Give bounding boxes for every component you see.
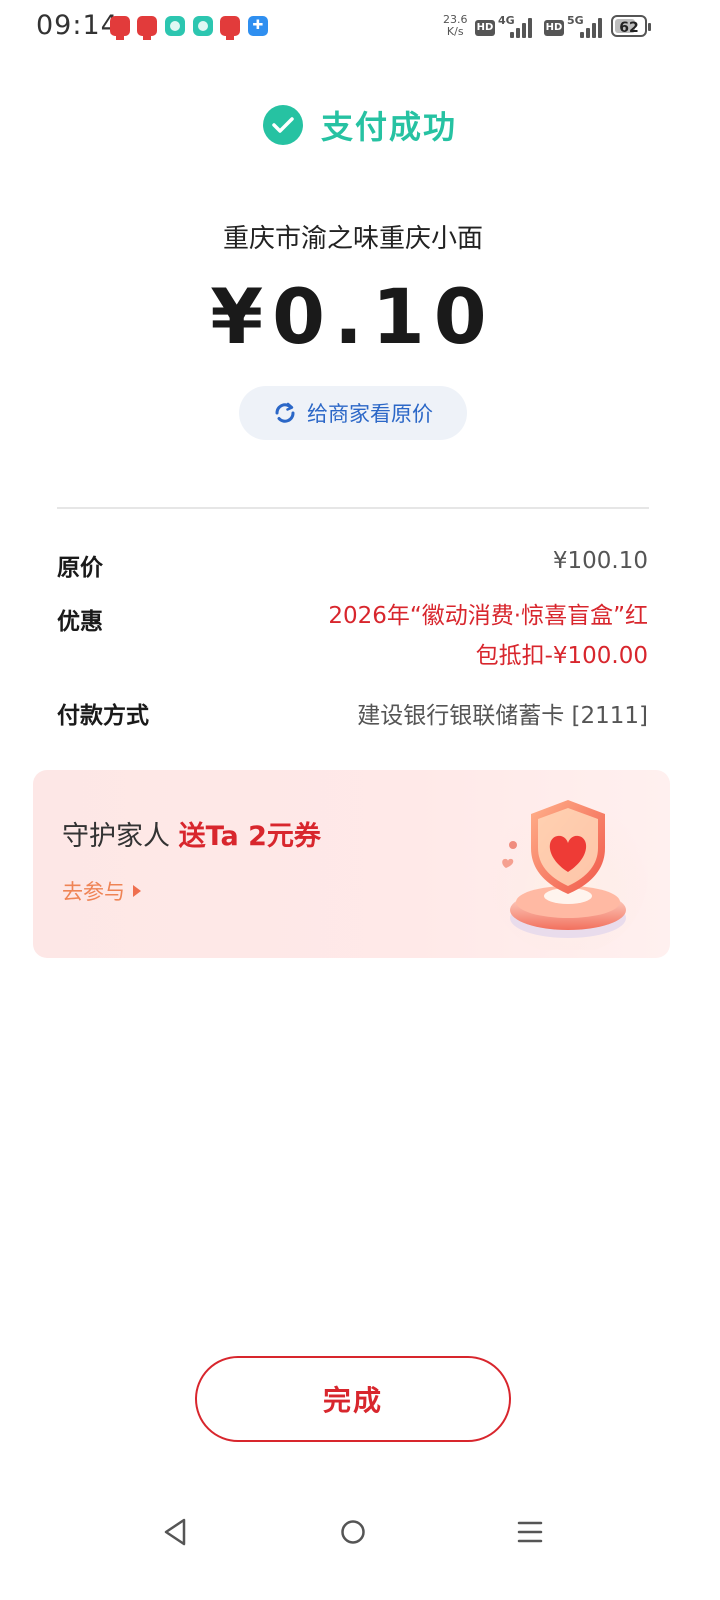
payment-result-header: 支付成功 <box>0 100 720 150</box>
promo-title-highlight: 送Ta 2元券 <box>178 821 321 852</box>
notification-app-icon <box>110 16 130 40</box>
notification-app-icon <box>137 16 157 40</box>
back-nav-icon[interactable] <box>160 1515 190 1549</box>
home-nav-icon[interactable] <box>338 1515 368 1549</box>
promo-link-label: 去参与 <box>62 880 125 904</box>
recents-nav-icon[interactable] <box>515 1515 545 1549</box>
discount-value-line-1: 2026年“徽动消费·惊喜盲盒”红 <box>328 603 648 629</box>
battery-icon: 62 <box>611 15 651 37</box>
heart-shield-illustration <box>488 795 648 950</box>
notification-puzzle-icon: ✚ <box>248 16 268 36</box>
promo-title-prefix: 守护家人 <box>62 821 179 852</box>
payment-method-label: 付款方式 <box>57 703 149 729</box>
network-speed: 23.6 K/s <box>443 14 468 38</box>
done-button[interactable]: 完成 <box>195 1356 511 1442</box>
payment-method-value: 建设银行银联储蓄卡 [2111] <box>357 703 648 729</box>
battery-level: 62 <box>619 20 639 36</box>
promo-participate-link[interactable]: 去参与 <box>62 876 141 906</box>
original-price-value: ¥100.10 <box>552 548 648 574</box>
discount-label: 优惠 <box>57 609 103 635</box>
status-time: 09:14 <box>36 10 119 41</box>
show-original-price-label: 给商家看原价 <box>307 402 433 426</box>
refresh-icon <box>275 402 295 423</box>
discount-value-line-2: 包抵扣-¥100.00 <box>475 643 648 669</box>
divider <box>57 507 649 509</box>
promo-card[interactable]: 守护家人 送Ta 2元券 去参与 <box>33 770 670 958</box>
promo-title: 守护家人 送Ta 2元券 <box>62 814 321 853</box>
payment-success-title: 支付成功 <box>320 108 457 146</box>
check-circle-icon <box>262 105 303 145</box>
status-bar: 09:14 ✚ 23.6 K/s HD 4G HD 5G 62 <box>0 0 720 56</box>
notification-chat-icon <box>193 16 213 36</box>
notification-chat-icon <box>165 16 185 36</box>
show-original-price-button[interactable]: 给商家看原价 <box>239 386 467 440</box>
merchant-name: 重庆市渝之味重庆小面 <box>222 224 483 254</box>
arrow-right-icon <box>133 885 141 897</box>
hd-icon: HD <box>544 20 564 36</box>
discount-value: 2026年“徽动消费·惊喜盲盒”红 包抵扣-¥100.00 <box>268 596 648 676</box>
notification-app-icon <box>220 16 240 40</box>
signal-icon <box>580 16 606 38</box>
network-speed-unit: K/s <box>446 25 464 38</box>
original-price-label: 原价 <box>57 555 103 581</box>
hd-icon: HD <box>475 20 495 36</box>
signal-icon <box>510 16 536 38</box>
paid-amount: ¥0.10 <box>210 272 496 361</box>
